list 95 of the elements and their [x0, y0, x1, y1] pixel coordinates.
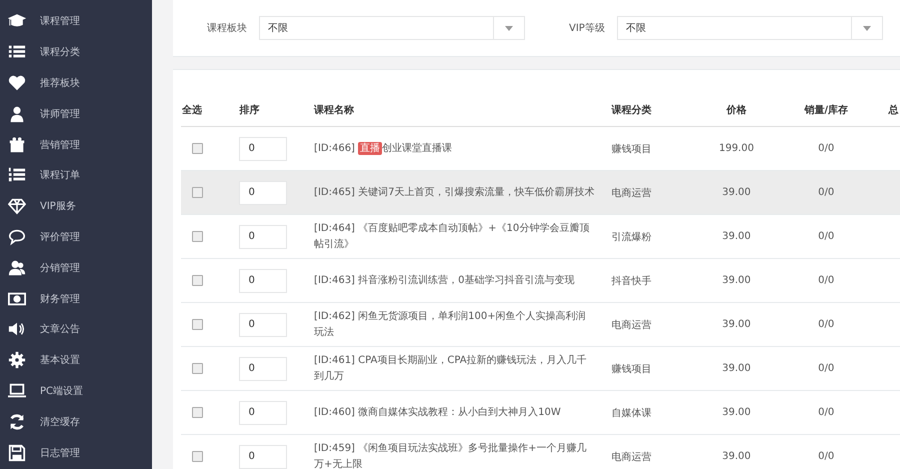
- sidebar-item[interactable]: 分销管理: [0, 252, 152, 284]
- course-name: [ID:461] CPA项目长期副业，CPA拉新的赚钱玩法，月入几千到几万: [314, 354, 588, 384]
- sidebar-item[interactable]: 课程订单: [0, 160, 152, 191]
- filter-label: VIP等级: [569, 22, 605, 35]
- column-header: 课程名称: [314, 105, 354, 116]
- category-cell: 电商运营: [611, 320, 652, 330]
- category-cell: 赚钱项目: [611, 364, 652, 374]
- sort-input[interactable]: 0: [239, 444, 288, 468]
- table-row[interactable]: 0 [ID:466] 直播 创业课堂直播课 赚钱项目 199.00 0/0: [181, 126, 900, 170]
- sort-input[interactable]: 0: [239, 400, 288, 424]
- banknote-icon: [8, 290, 26, 308]
- price-cell: 39.00: [722, 231, 751, 242]
- price-cell: 39.00: [722, 187, 751, 198]
- stock-cell: 0/0: [818, 319, 834, 330]
- checkbox[interactable]: [192, 451, 203, 462]
- heart-icon: [8, 74, 26, 92]
- sidebar-item[interactable]: 评价管理: [0, 222, 152, 252]
- course-name: [ID:459] 《闲鱼项目玩法实战班》多号批量操作+一个月赚几万+无上限: [314, 442, 588, 469]
- sidebar-item[interactable]: 清空缓存: [0, 406, 152, 438]
- sidebar-item[interactable]: 推荐板块: [0, 68, 152, 98]
- person-icon: [8, 104, 26, 123]
- checkbox[interactable]: [192, 407, 203, 418]
- table-row[interactable]: 0 [ID:460] 微商自媒体实战教程：从小白到大神月入10W 自媒体课 39.00 0/0: [181, 390, 900, 434]
- speech-bubble-icon: [8, 228, 26, 246]
- column-header: 排序: [239, 105, 260, 116]
- table-row[interactable]: 0 [ID:465] 关键词7天上首页，引爆搜索流量，快车低价霸屏技术 电商运营 39.00 0/0: [181, 170, 900, 214]
- price-cell: 39.00: [722, 275, 751, 286]
- sidebar-item[interactable]: 营销管理: [0, 129, 152, 160]
- checkbox[interactable]: [192, 143, 203, 154]
- table-row[interactable]: 0 [ID:459] 《闲鱼项目玩法实战班》多号批量操作+一个月赚几万+无上限 电商运营 39.00 0/0: [181, 434, 900, 469]
- refresh-icon: [8, 412, 26, 431]
- laptop-icon: [8, 382, 26, 400]
- dropdown-field[interactable]: 不限: [616, 16, 883, 40]
- sidebar-item[interactable]: 文章公告: [0, 314, 152, 345]
- checkbox[interactable]: [192, 231, 203, 242]
- price-cell: 39.00: [722, 319, 751, 330]
- stock-cell: 0/0: [818, 407, 834, 418]
- course-name: [ID:462] 闲鱼无货源项目，单利润100+闲鱼个人实操高利润玩法: [314, 310, 587, 340]
- price-cell: 39.00: [722, 407, 751, 418]
- column-header: 课程分类: [611, 105, 652, 116]
- price-cell: 39.00: [722, 451, 751, 462]
- course-name: [ID:463] 抖音涨粉引流训练营，0基础学习抖音引流与变现: [314, 274, 576, 288]
- course-name: [ID:466] 直播 创业课堂直播课: [314, 140, 454, 156]
- table-row[interactable]: 0 [ID:464] 《百度贴吧零成本自动顶帖》+《10分钟学会豆瓣顶帖引流》 引流爆粉 39.00 0/0: [181, 214, 900, 258]
- diamond-icon: [8, 197, 26, 216]
- sidebar-item[interactable]: VIP服务: [0, 190, 152, 222]
- price-cell: 39.00: [722, 363, 751, 374]
- column-header: 总: [888, 105, 899, 116]
- stock-cell: 0/0: [818, 275, 834, 286]
- stock-cell: 0/0: [818, 363, 834, 374]
- settings-icon: [8, 351, 26, 370]
- category-cell: 抖音快手: [611, 276, 652, 286]
- course-name: [ID:464] 《百度贴吧零成本自动顶帖》+《10分钟学会豆瓣顶帖引流》: [314, 222, 590, 252]
- ordered-list-icon: [8, 166, 26, 184]
- column-header: 全选: [182, 105, 202, 116]
- category-cell: 电商运营: [611, 452, 652, 462]
- checkbox[interactable]: [192, 187, 203, 198]
- sort-input[interactable]: 0: [239, 224, 288, 248]
- sort-input[interactable]: 0: [239, 180, 288, 204]
- category-cell: 电商运营: [611, 188, 652, 198]
- stock-cell: 0/0: [818, 231, 834, 242]
- sidebar-item[interactable]: 日志管理: [0, 437, 152, 468]
- column-header: 销量/库存: [804, 105, 848, 116]
- category-cell: 引流爆粉: [611, 232, 652, 242]
- sidebar-item[interactable]: 财务管理: [0, 283, 152, 314]
- price-cell: 199.00: [718, 143, 754, 154]
- table-row[interactable]: 0 [ID:463] 抖音涨粉引流训练营，0基础学习抖音引流与变现 抖音快手 39.00 0/0: [181, 258, 900, 302]
- column-header: 价格: [726, 105, 746, 116]
- caret-icon: [862, 26, 871, 30]
- caret-icon: [505, 26, 513, 30]
- sort-input[interactable]: 0: [239, 356, 288, 380]
- sort-input[interactable]: 0: [239, 312, 288, 336]
- stock-cell: 0/0: [818, 187, 834, 198]
- stock-cell: 0/0: [818, 451, 834, 462]
- sidebar-item[interactable]: PC端设置: [0, 376, 152, 406]
- category-cell: 赚钱项目: [611, 144, 652, 154]
- sidebar-item[interactable]: 基本设置: [0, 344, 152, 376]
- users-icon: [8, 258, 26, 277]
- sidebar-item[interactable]: 课程管理: [0, 6, 152, 37]
- checkbox[interactable]: [192, 319, 203, 330]
- filter-label: 课程板块: [207, 22, 247, 35]
- sidebar-item[interactable]: 课程分类: [0, 36, 152, 68]
- checkbox[interactable]: [192, 363, 203, 374]
- sort-input[interactable]: 0: [239, 268, 288, 292]
- course-name: [ID:465] 关键词7天上首页，引爆搜索流量，快车低价霸屏技术: [314, 186, 596, 200]
- gift-icon: [8, 136, 26, 154]
- stock-cell: 0/0: [818, 143, 834, 154]
- table-row[interactable]: 0 [ID:461] CPA项目长期副业，CPA拉新的赚钱玩法，月入几千到几万 赚钱项目 39.00 0/0: [181, 346, 900, 390]
- course-name: [ID:460] 微商自媒体实战教程：从小白到大神月入10W: [314, 406, 562, 420]
- table-row[interactable]: 0 [ID:462] 闲鱼无货源项目，单利润100+闲鱼个人实操高利润玩法 电商运营 39.00 0/0: [181, 302, 900, 346]
- checkbox[interactable]: [192, 275, 203, 286]
- sort-input[interactable]: 0: [239, 136, 288, 160]
- sidebar-item[interactable]: 讲师管理: [0, 98, 152, 130]
- category-cell: 自媒体课: [611, 408, 652, 418]
- dropdown-field[interactable]: 不限: [259, 16, 525, 40]
